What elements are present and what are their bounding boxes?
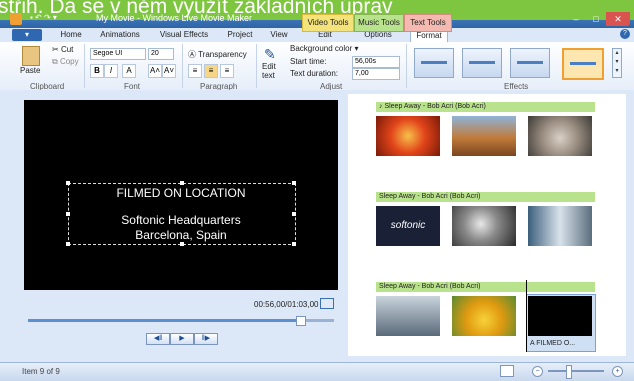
video-caption-text: FILMED ON LOCATION Softonic Headquarters… (24, 186, 338, 243)
previous-frame-button[interactable]: ◀‖ (146, 333, 170, 345)
softonic-logo: softonic (390, 220, 426, 231)
next-frame-button[interactable]: ‖▶ (194, 333, 218, 345)
clip-thumbnail-office[interactable] (528, 206, 592, 246)
clip-thumbnail-softonic[interactable]: softonic (376, 206, 440, 246)
copy-label: Copy (59, 57, 79, 66)
effects-gallery-scroll[interactable]: ▴ ▾ ▾ (612, 48, 622, 78)
cut-label: Cut (60, 45, 74, 54)
context-tab-music-tools[interactable]: Music Tools (354, 14, 404, 32)
movie-maker-app-icon[interactable] (10, 13, 22, 25)
transparency-label: Transparency (198, 50, 247, 59)
edit-text-button[interactable]: Edit text (262, 62, 276, 80)
tab-project[interactable]: Project (222, 29, 258, 41)
font-color-button[interactable]: A (122, 64, 136, 78)
zoom-in-button[interactable]: + (612, 366, 623, 377)
music-track-label[interactable]: ♪ Sleep Away - Bob Acri (Bob Acri) (376, 102, 595, 112)
resize-handle[interactable] (180, 181, 184, 185)
font-size-select[interactable]: 20 (148, 48, 174, 60)
bold-button[interactable]: B (90, 64, 104, 78)
start-time-label: Start time: (290, 57, 327, 66)
effect-thumbnail[interactable] (462, 48, 502, 78)
cut-button[interactable]: ✂ Cut (52, 45, 73, 54)
copy-button[interactable]: ⧉ Copy (52, 57, 79, 67)
tab-animations[interactable]: Animations (96, 29, 144, 41)
clip-thumbnail-flower[interactable] (376, 116, 440, 156)
quick-access-toolbar[interactable]: ▪ ↶ ↷ ▾ (30, 13, 90, 25)
file-menu-button[interactable]: ▾ (12, 29, 42, 41)
clip-thumbnail-office-sign[interactable] (452, 206, 516, 246)
transparency-button[interactable]: Ⓐ Transparency (188, 49, 247, 60)
caption-line: Barcelona, Spain (135, 228, 227, 242)
minimize-button[interactable]: – (566, 12, 586, 26)
music-track-label[interactable]: Sleep Away - Bob Acri (Bob Acri) (376, 192, 595, 202)
tab-view[interactable]: View (266, 29, 292, 41)
fullscreen-icon[interactable] (320, 298, 334, 309)
effect-thumbnail[interactable] (510, 48, 550, 78)
window-title: My Movie - Windows Live Movie Maker (96, 13, 253, 23)
timecode: 00:56,00/01:03,00 (254, 300, 319, 309)
paste-icon[interactable] (22, 46, 40, 66)
text-duration-label: Text duration: (290, 69, 339, 78)
caption-line: FILMED ON LOCATION (116, 186, 246, 200)
align-left-button[interactable]: ≡ (188, 64, 202, 78)
clip-thumbnail-tulips[interactable] (452, 296, 516, 336)
clip-thumbnail-koala[interactable] (528, 116, 592, 156)
italic-button[interactable]: I (104, 64, 118, 78)
clip-thumbnail-computers[interactable] (376, 296, 440, 336)
storyboard-playhead[interactable] (526, 280, 527, 352)
paste-button[interactable]: Paste (20, 66, 40, 75)
grow-font-button[interactable]: A˄ (148, 64, 162, 78)
align-right-button[interactable]: ≡ (220, 64, 234, 78)
seek-thumb[interactable] (296, 316, 307, 326)
shrink-font-button[interactable]: A˅ (162, 64, 176, 78)
font-family-select[interactable]: Segoe UI (90, 48, 146, 60)
resize-handle[interactable] (66, 181, 70, 185)
align-center-button[interactable]: ≡ (204, 64, 218, 78)
group-separator (256, 44, 257, 88)
group-separator (406, 44, 407, 88)
close-button[interactable]: ✕ (606, 12, 630, 26)
scissors-icon: ✂ (52, 45, 61, 54)
background-color-button[interactable]: Background color ▾ (290, 44, 359, 53)
status-text: Item 9 of 9 (22, 367, 60, 376)
help-icon[interactable]: ? (620, 29, 630, 39)
play-button[interactable]: ▶ (170, 333, 194, 345)
context-tab-video-tools[interactable]: Video Tools (302, 14, 354, 32)
group-separator (84, 44, 85, 88)
tab-visual-effects[interactable]: Visual Effects (156, 29, 212, 41)
text-duration-select[interactable]: 7,00 (352, 68, 400, 80)
clip-thumbnail-desert[interactable] (452, 116, 516, 156)
group-separator (182, 44, 183, 88)
effect-thumbnail-selected[interactable] (562, 48, 604, 80)
seek-bar-progress (28, 319, 301, 322)
storyboard-view-icon[interactable] (500, 365, 514, 377)
copy-icon: ⧉ (52, 57, 60, 66)
zoom-slider-thumb[interactable] (565, 365, 572, 379)
resize-handle[interactable] (292, 181, 296, 185)
zoom-out-button[interactable]: − (532, 366, 543, 377)
zoom-slider[interactable] (548, 370, 604, 372)
start-time-input[interactable]: 56,00s (352, 56, 400, 68)
music-track-label[interactable]: Sleep Away - Bob Acri (Bob Acri) (376, 282, 595, 292)
context-tab-text-tools[interactable]: Text Tools (404, 14, 452, 32)
caption-line: Softonic Headquarters (121, 213, 241, 227)
selected-clip-text-label: A FILMED O... (530, 340, 576, 347)
edit-text-icon: ✎ (264, 46, 276, 62)
transparency-icon: Ⓐ (188, 50, 199, 59)
effect-thumbnail[interactable] (414, 48, 454, 78)
tab-home[interactable]: Home (56, 29, 86, 41)
maximize-button[interactable]: □ (586, 12, 606, 26)
clip-thumbnail-black-title[interactable] (528, 296, 592, 336)
